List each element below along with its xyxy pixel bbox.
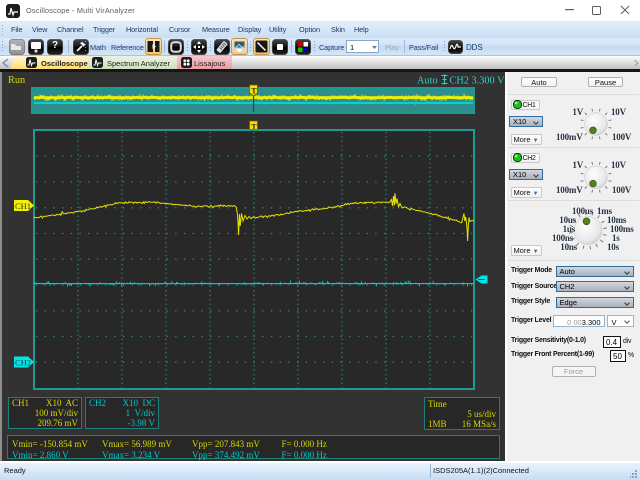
svg-text:CH2: CH2	[15, 358, 31, 368]
svg-text:Auto: Auto	[417, 76, 438, 87]
svg-text:T: T	[251, 87, 257, 96]
svg-text:CH2 3.300 V: CH2 3.300 V	[450, 76, 506, 87]
svg-text:Run: Run	[8, 75, 25, 86]
svg-text:CH1: CH1	[15, 201, 31, 211]
